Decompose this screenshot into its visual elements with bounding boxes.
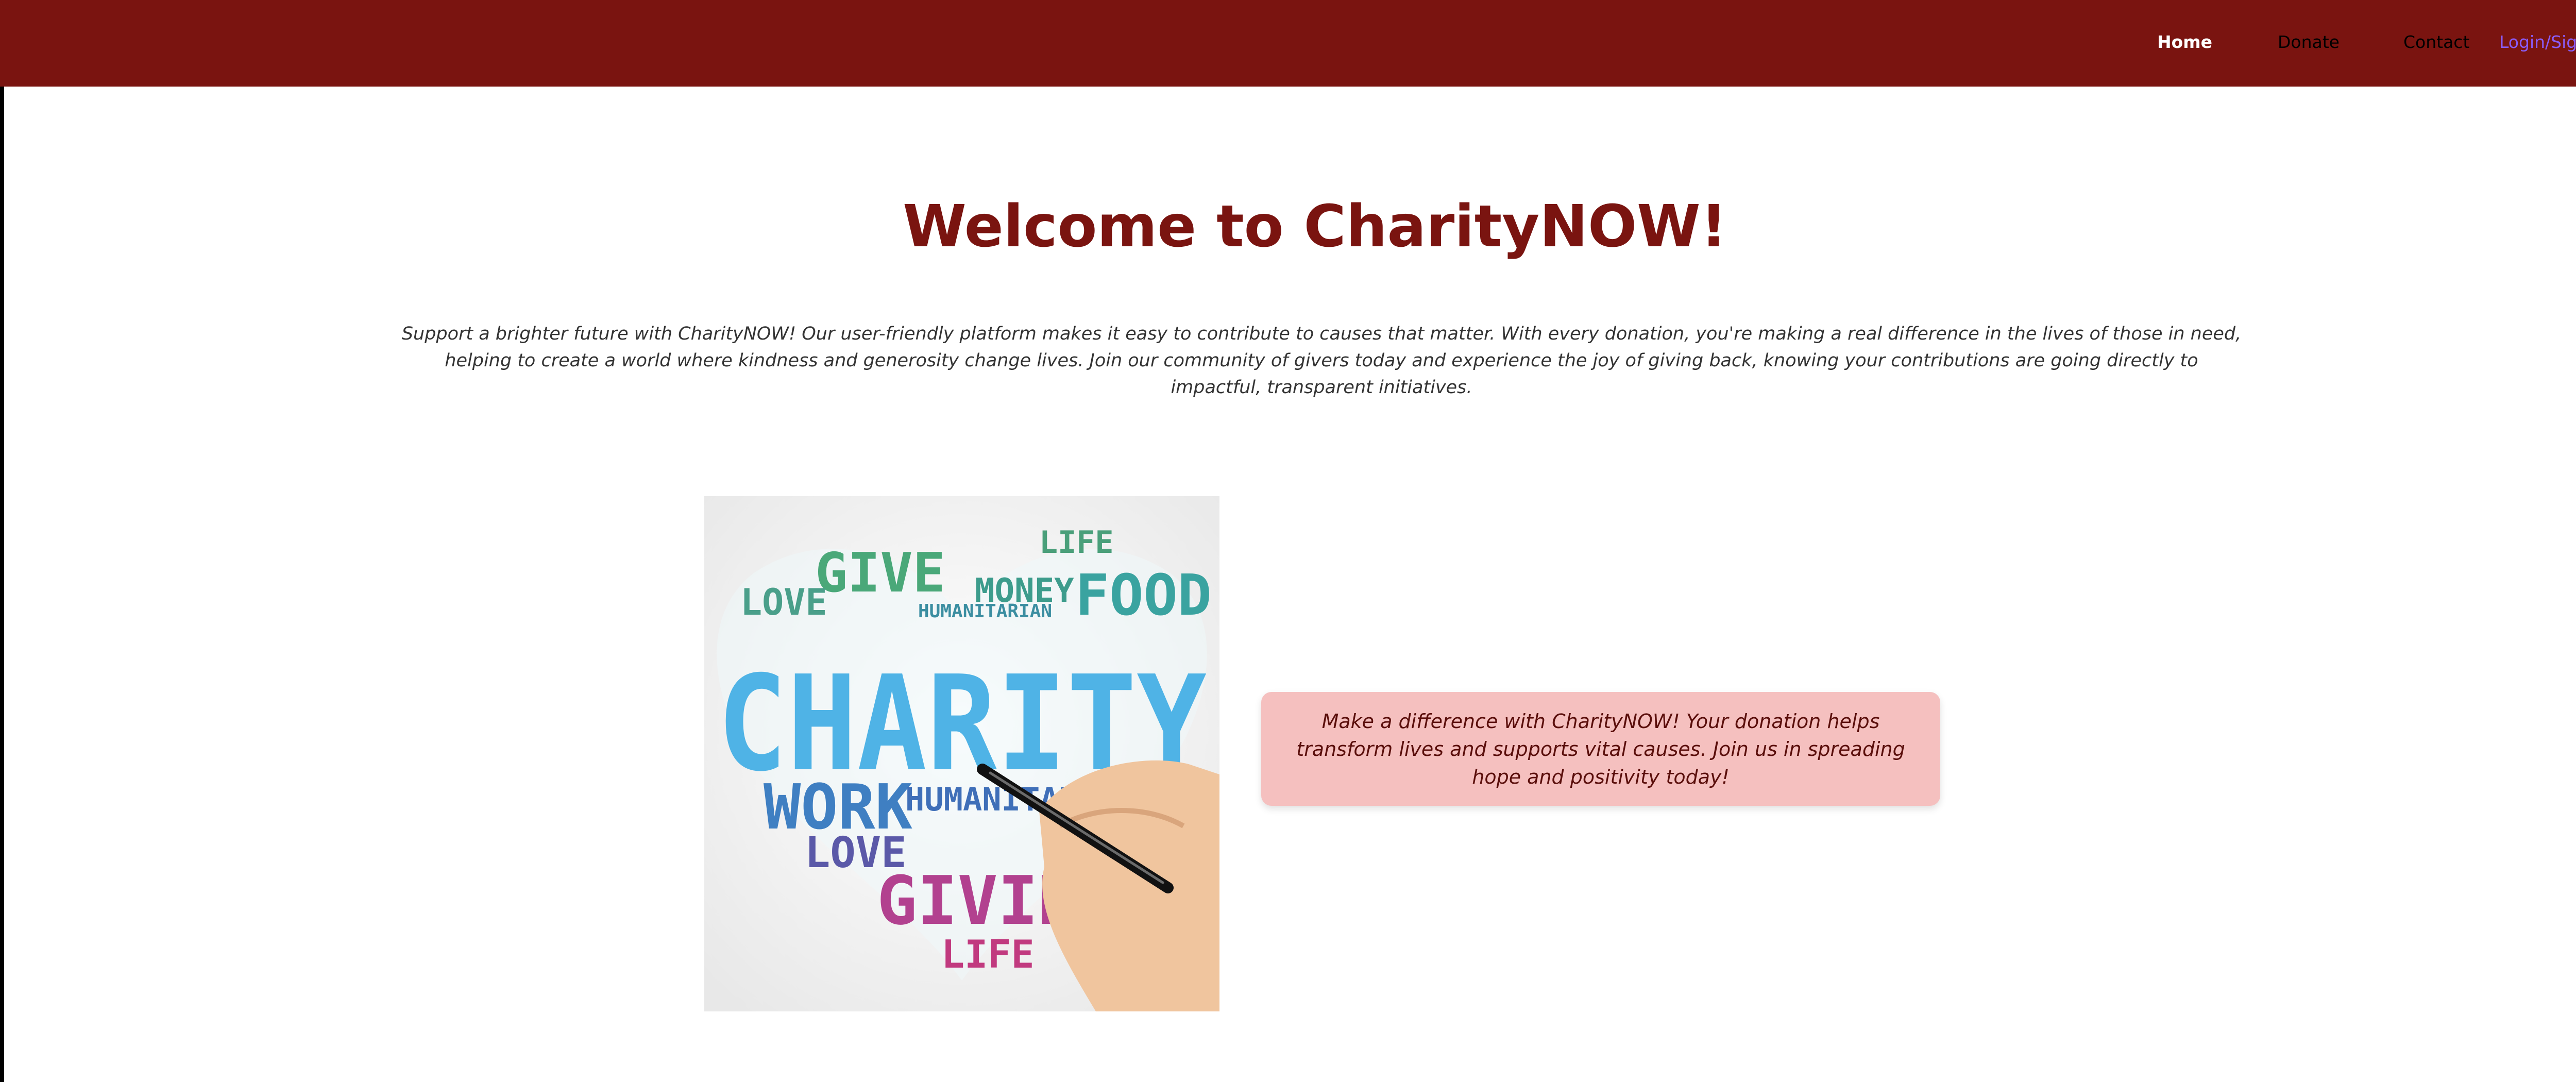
page-title: Welcome to CharityNOW! <box>903 193 1727 260</box>
nav-donate-link[interactable]: Donate <box>2278 30 2340 55</box>
word-humanitarian: HUMANITARIAN <box>918 601 1052 622</box>
nav-contact-link[interactable]: Contact <box>2403 30 2469 55</box>
intro-paragraph: Support a brighter future with CharityNO… <box>401 324 2242 398</box>
word-life-top: LIFE <box>1039 525 1114 561</box>
word-life-bottom: LIFE <box>941 932 1035 977</box>
callout-text: Make a difference with CharityNOW! Your … <box>1296 709 1905 788</box>
top-navbar: Home Donate Contact Login/Sign Up <box>0 0 2576 87</box>
charity-heart-word-cloud-image: GIVE LOVE MONEY FOOD HUMANITARIAN LIFE C… <box>704 496 1219 1011</box>
word-love-top: LOVE <box>740 581 827 623</box>
word-food: FOOD <box>1075 562 1212 628</box>
nav-login-signup-link[interactable]: Login/Sign Up <box>2499 30 2576 55</box>
word-give: GIVE <box>815 542 945 604</box>
nav-home-link[interactable]: Home <box>2157 30 2212 55</box>
donation-callout-box: Make a difference with CharityNOW! Your … <box>1261 692 1940 806</box>
